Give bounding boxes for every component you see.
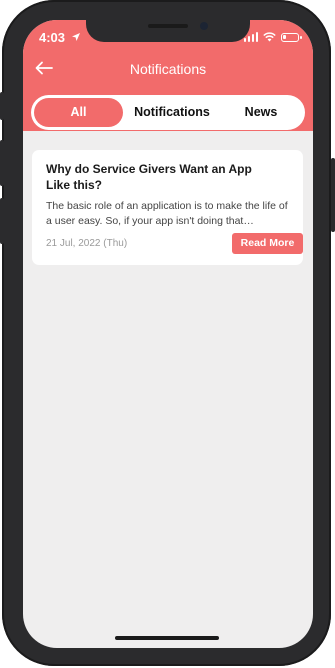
signal-icon — [243, 32, 258, 42]
card-date: 21 Jul, 2022 (Thu) — [46, 238, 128, 249]
tab-news[interactable]: News — [218, 98, 304, 127]
battery-icon — [281, 32, 302, 42]
read-more-button[interactable]: Read More — [232, 233, 303, 254]
card-body: The basic role of an application is to m… — [46, 200, 288, 227]
volume-down-button — [0, 198, 4, 244]
page-title: Notifications — [129, 61, 207, 77]
tab-all[interactable]: All — [34, 98, 123, 127]
notification-card[interactable]: Why do Service Givers Want an App Like t… — [32, 150, 303, 265]
volume-up-button — [0, 140, 4, 186]
home-indicator — [115, 636, 219, 640]
app-screen: 4:03 Notifications All Notifications New… — [23, 20, 313, 648]
app-header: 4:03 Notifications All Notifications New… — [23, 20, 313, 131]
tab-bar: All Notifications News — [31, 95, 305, 130]
notch — [86, 20, 250, 42]
wifi-icon — [263, 32, 276, 42]
mute-switch — [0, 92, 4, 120]
location-arrow-icon — [72, 33, 80, 41]
power-button — [331, 158, 335, 232]
front-camera — [200, 22, 208, 30]
status-time: 4:03 — [39, 30, 66, 45]
speaker — [148, 24, 188, 28]
card-title: Why do Service Givers Want an App Like t… — [46, 162, 252, 192]
tab-notifications[interactable]: Notifications — [126, 98, 218, 127]
status-icons — [243, 30, 302, 44]
